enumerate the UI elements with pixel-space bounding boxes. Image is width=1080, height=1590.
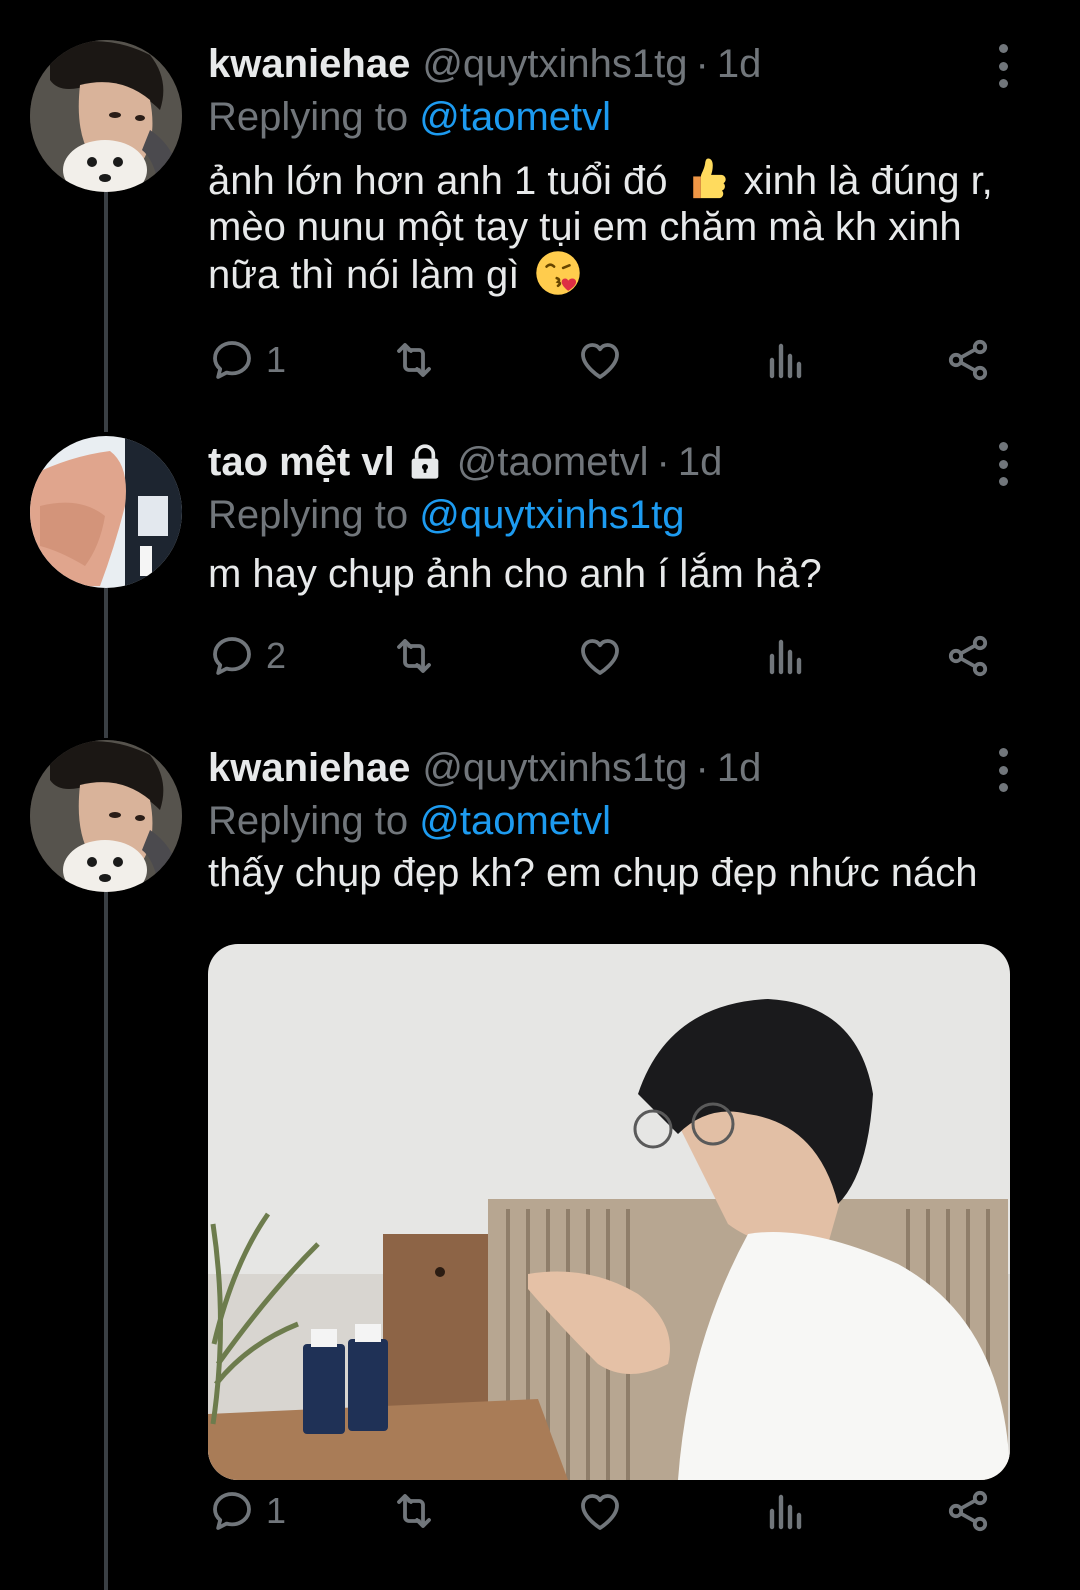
tweet-text: m hay chụp ảnh cho anh í lắm hả? (208, 552, 822, 596)
analytics-icon (762, 632, 810, 680)
reply-icon (208, 336, 256, 384)
avatar-image (30, 740, 182, 892)
separator-dot: · (656, 440, 670, 484)
tweet[interactable]: kwaniehae @quytxinhs1tg · 1d Replying to… (0, 740, 1080, 1590)
tweet-actions: 2 (208, 626, 1008, 686)
share-icon (944, 336, 992, 384)
more-options-icon[interactable] (988, 442, 1018, 486)
thumbs-up-emoji (692, 158, 726, 199)
tweet-actions: 1 (208, 1481, 1008, 1541)
reply-button[interactable]: 1 (208, 330, 286, 390)
share-icon (944, 1487, 992, 1535)
replying-to: Replying to @taometvl (208, 796, 611, 846)
more-options-icon[interactable] (988, 748, 1018, 792)
separator-dot: · (695, 746, 709, 790)
share-button[interactable] (944, 626, 992, 686)
replying-prefix: Replying to (208, 799, 409, 843)
avatar-image (30, 40, 182, 192)
timestamp[interactable]: 1d (717, 36, 762, 92)
like-icon (576, 336, 624, 384)
reply-icon (208, 1487, 256, 1535)
share-button[interactable] (944, 1481, 992, 1541)
tweet-text-line: mèo nunu một tay tụi em chăm mà kh xinh (208, 205, 962, 249)
tweet-header: kwaniehae @quytxinhs1tg · 1d (208, 36, 990, 92)
tweet-text: ảnh lớn hơn anh 1 tuổi đó xinh là đúng r… (208, 156, 1018, 298)
replying-prefix: Replying to (208, 493, 409, 537)
retweet-icon (390, 1487, 438, 1535)
timestamp[interactable]: 1d (717, 740, 762, 796)
retweet-icon (390, 336, 438, 384)
reply-button[interactable]: 1 (208, 1481, 286, 1541)
analytics-button[interactable] (762, 1481, 810, 1541)
tweet-text: thấy chụp đẹp kh? em chụp đẹp nhức nách (208, 851, 978, 895)
kissing-heart-emoji (535, 251, 580, 295)
avatar[interactable] (30, 740, 182, 892)
analytics-icon (762, 1487, 810, 1535)
reply-count: 2 (266, 635, 287, 676)
tweet-header: tao mệt vl @taometvl · 1d (208, 434, 990, 490)
more-options-icon[interactable] (988, 44, 1018, 88)
like-button[interactable] (576, 626, 624, 686)
like-button[interactable] (576, 1481, 624, 1541)
analytics-icon (762, 336, 810, 384)
photo-image (208, 944, 1010, 1480)
avatar[interactable] (30, 40, 182, 192)
tweet-header: kwaniehae @quytxinhs1tg · 1d (208, 740, 990, 796)
analytics-button[interactable] (762, 330, 810, 390)
share-icon (944, 632, 992, 680)
tweet[interactable]: tao mệt vl @taometvl · 1d Replying to @q… (0, 434, 1080, 724)
separator-dot: · (695, 42, 709, 86)
reply-count: 1 (266, 339, 287, 380)
avatar-image (30, 436, 182, 588)
replying-prefix: Replying to (208, 95, 409, 139)
share-button[interactable] (944, 330, 992, 390)
conversation-thread: kwaniehae @quytxinhs1tg · 1d Replying to… (0, 0, 1080, 1590)
display-name[interactable]: tao mệt vl (208, 434, 395, 490)
user-handle[interactable]: @quytxinhs1tg (422, 36, 687, 92)
tweet-text-line: nữa thì nói làm gì (208, 250, 1018, 298)
retweet-icon (390, 632, 438, 680)
reply-count: 1 (266, 1490, 287, 1531)
retweet-button[interactable] (390, 626, 438, 686)
mention-link[interactable]: @quytxinhs1tg (419, 493, 684, 537)
reply-button[interactable]: 2 (208, 626, 286, 686)
lock-icon (411, 444, 439, 479)
retweet-button[interactable] (390, 1481, 438, 1541)
replying-to: Replying to @quytxinhs1tg (208, 490, 684, 540)
tweet-text-line: ảnh lớn hơn anh 1 tuổi đó xinh là đúng r… (208, 156, 1018, 204)
user-handle[interactable]: @quytxinhs1tg (422, 740, 687, 796)
retweet-button[interactable] (390, 330, 438, 390)
timestamp[interactable]: 1d (678, 434, 723, 490)
mention-link[interactable]: @taometvl (419, 799, 611, 843)
tweet-actions: 1 (208, 330, 1008, 390)
mention-link[interactable]: @taometvl (419, 95, 611, 139)
like-button[interactable] (576, 330, 624, 390)
tweet-photo[interactable] (208, 944, 1010, 1480)
like-icon (576, 632, 624, 680)
display-name[interactable]: kwaniehae (208, 36, 410, 92)
avatar[interactable] (30, 436, 182, 588)
reply-icon (208, 632, 256, 680)
analytics-button[interactable] (762, 626, 810, 686)
tweet[interactable]: kwaniehae @quytxinhs1tg · 1d Replying to… (0, 36, 1080, 426)
replying-to: Replying to @taometvl (208, 92, 611, 142)
user-handle[interactable]: @taometvl (457, 434, 649, 490)
display-name[interactable]: kwaniehae (208, 740, 410, 796)
like-icon (576, 1487, 624, 1535)
